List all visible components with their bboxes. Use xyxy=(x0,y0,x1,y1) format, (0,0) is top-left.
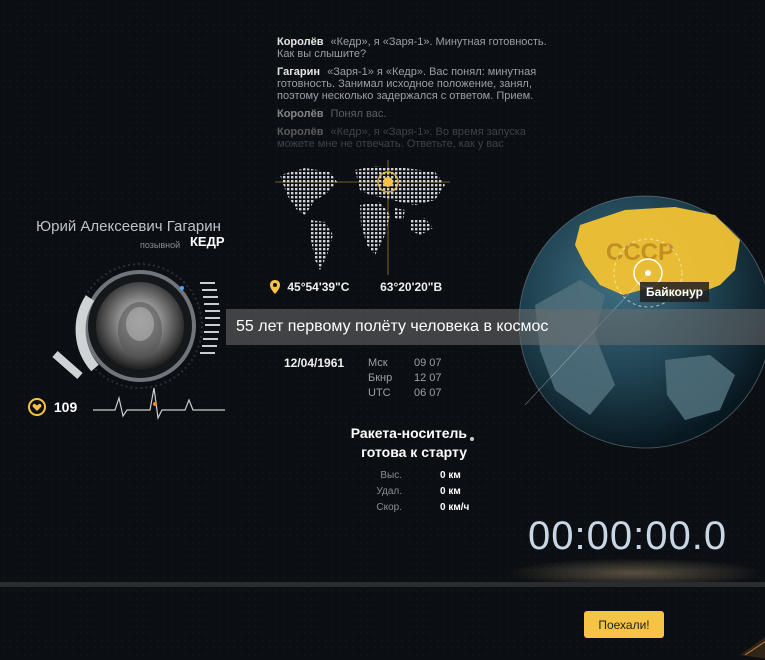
tz-label: Мск xyxy=(368,357,388,369)
headline: 55 лет первому полёту человека в космос xyxy=(236,318,549,335)
telemetry-row: Скор. 0 км/ч xyxy=(340,500,469,516)
time-zones: Мск 09 07 Бкнр 12 07 UTC 06 07 xyxy=(368,356,442,401)
distance-label: Удал. xyxy=(376,486,402,497)
heart-rate-value: 109 xyxy=(53,399,78,416)
status-line: Ракета-носитель xyxy=(350,425,467,441)
longitude: 63°20'20"В xyxy=(380,279,443,294)
chat-message: Королёв «Кедр», я «Заря-1». Во время зап… xyxy=(277,126,547,162)
coordinates: 45°54'39"С 63°20'20"В xyxy=(270,279,442,294)
chat-message: Королёв Понял вас. xyxy=(277,108,547,120)
corner-decoration xyxy=(740,637,765,659)
tz-time: 12 07 xyxy=(414,372,442,384)
speed-value: 0 км/ч xyxy=(440,502,470,513)
speed-label: Скор. xyxy=(376,502,402,513)
distance-value: 0 км xyxy=(440,486,461,497)
altitude-label: Выс. xyxy=(380,470,402,481)
chat-speaker: Королёв xyxy=(277,126,324,138)
launch-button[interactable]: Поехали! xyxy=(584,611,664,638)
mission-timer: 00:00:00.0 xyxy=(528,514,728,558)
tz-label: UTC xyxy=(368,387,391,399)
tz-time: 06 07 xyxy=(414,387,442,399)
chat-message: Гагарин «Заря-1» я «Кедр». Вас понял: ми… xyxy=(277,66,547,102)
altitude-value: 0 км xyxy=(440,470,461,481)
tz-label: Бкнр xyxy=(368,372,393,384)
heart-rate: 109 xyxy=(28,398,78,417)
telemetry-row: Удал. 0 км xyxy=(340,484,469,500)
location-pin-icon xyxy=(270,279,280,294)
heartbeat-line xyxy=(93,387,225,421)
heart-icon xyxy=(28,398,46,417)
telemetry: Выс. 0 км Удал. 0 км Скор. 0 км/ч xyxy=(340,468,469,516)
time-row: Мск 09 07 xyxy=(368,356,442,371)
status-line: готова к старту xyxy=(361,444,467,460)
launch-status: Ракета-носитель готова к старту xyxy=(322,424,467,462)
chat-text: Понял вас. xyxy=(330,108,387,120)
chat-speaker: Гагарин xyxy=(277,66,321,78)
callsign: КЕДР xyxy=(190,234,225,249)
chat-speaker: Королёв xyxy=(277,108,324,120)
latitude: 45°54'39"С xyxy=(287,279,350,294)
time-row: UTC 06 07 xyxy=(368,386,442,401)
chat-speaker: Королёв xyxy=(277,36,324,48)
pilot-name: Юрий Алексеевич Гагарин xyxy=(36,218,221,235)
world-map xyxy=(275,160,450,275)
progress-track xyxy=(0,582,765,587)
launch-date: 12/04/1961 xyxy=(284,356,345,370)
baikonur-label: Байконур xyxy=(640,282,709,302)
telemetry-row: Выс. 0 км xyxy=(340,468,469,484)
radio-transcript: Королёв «Кедр», я «Заря-1». Минутная гот… xyxy=(277,36,547,168)
callsign-label: позывной xyxy=(140,240,181,250)
time-row: Бкнр 12 07 xyxy=(368,371,442,386)
status-dot xyxy=(470,437,474,441)
chat-message: Королёв «Кедр», я «Заря-1». Минутная гот… xyxy=(277,36,547,60)
tz-time: 09 07 xyxy=(414,357,442,369)
